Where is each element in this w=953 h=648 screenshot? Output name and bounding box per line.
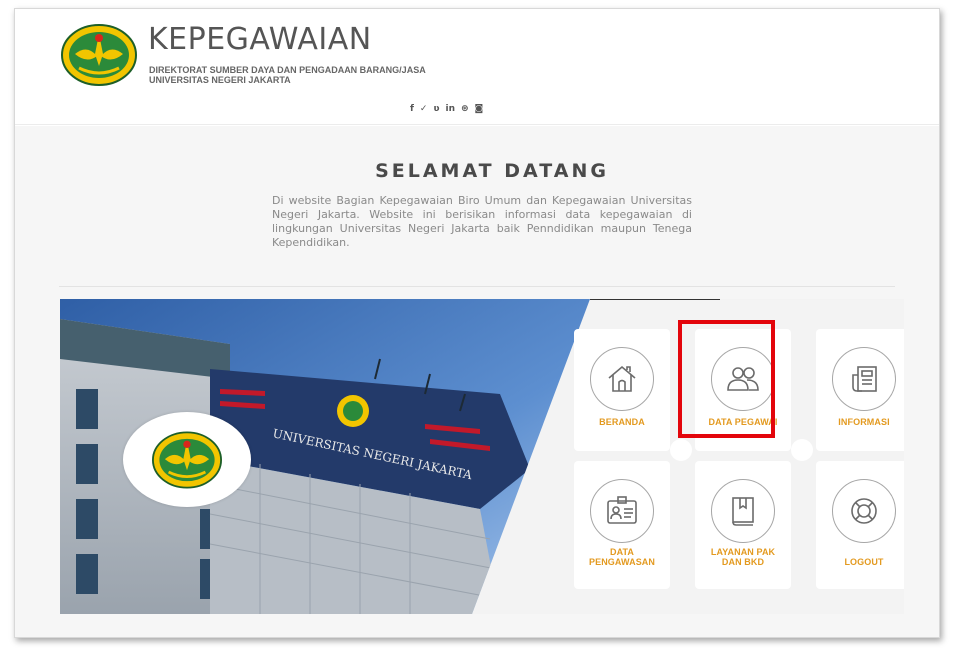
- site-subtitle-university: UNIVERSITAS NEGERI JAKARTA: [149, 75, 291, 85]
- menu-tile-data-pengawasan[interactable]: DATA PENGAWASAN: [574, 461, 670, 589]
- unj-badge: [123, 412, 251, 507]
- menu-tile-layanan-pak-bkd[interactable]: LAYANAN PAK DAN BKD: [695, 461, 791, 589]
- menu-tile-logout[interactable]: LOGOUT: [816, 461, 904, 589]
- unj-logo[interactable]: [61, 24, 137, 90]
- menu-label-beranda: BERANDA: [599, 417, 645, 427]
- welcome-title: SELAMAT DATANG: [375, 160, 609, 182]
- hero-banner: UNIVERSITAS NEGERI JAKARTA BERANDA DATA …: [60, 299, 904, 614]
- menu-label-informasi: INFORMASI: [838, 417, 890, 427]
- tile-connector: [791, 439, 813, 461]
- menu-label-line: LAYANAN PAK: [710, 547, 776, 557]
- linkedin-icon[interactable]: in: [446, 104, 456, 114]
- browser-viewport: KEPEGAWAIAN DIREKTORAT SUMBER DAYA DAN P…: [14, 8, 940, 638]
- menu-label-line: DAN BKD: [721, 557, 765, 567]
- newspaper-icon: [832, 347, 896, 411]
- highlight-box: [678, 320, 775, 438]
- tile-connector: [670, 439, 692, 461]
- menu-label-line: PENGAWASAN: [588, 557, 655, 567]
- welcome-text: Di website Bagian Kepegawaian Biro Umum …: [272, 194, 692, 249]
- menu-tile-informasi[interactable]: INFORMASI: [816, 329, 904, 451]
- menu-tile-beranda[interactable]: BERANDA: [574, 329, 670, 451]
- book-icon: [711, 479, 775, 543]
- page-header: KEPEGAWAIAN DIREKTORAT SUMBER DAYA DAN P…: [15, 9, 939, 125]
- site-subtitle-directorate: DIREKTORAT SUMBER DAYA DAN PENGADAAN BAR…: [149, 65, 426, 75]
- facebook-icon[interactable]: f: [410, 104, 414, 114]
- menu-label-line: DATA: [609, 547, 635, 557]
- id-card-icon: [590, 479, 654, 543]
- dribbble-icon[interactable]: ⊛: [461, 104, 469, 114]
- section-divider: [59, 286, 895, 287]
- vimeo-icon[interactable]: ʋ: [433, 104, 439, 114]
- social-links: f ✓ ʋ in ⊛ ◙: [410, 104, 483, 114]
- instagram-icon[interactable]: ◙: [475, 104, 484, 114]
- menu-label-data-pengawasan: DATA PENGAWASAN: [576, 547, 668, 567]
- menu-label-layanan-pak-bkd: LAYANAN PAK DAN BKD: [697, 547, 789, 567]
- twitter-icon[interactable]: ✓: [420, 104, 428, 114]
- lifebuoy-icon: [832, 479, 896, 543]
- menu-label-logout: LOGOUT: [844, 557, 884, 567]
- main-content: SELAMAT DATANG Di website Bagian Kepegaw…: [15, 126, 939, 637]
- site-title: KEPEGAWAIAN: [148, 22, 372, 57]
- home-icon: [590, 347, 654, 411]
